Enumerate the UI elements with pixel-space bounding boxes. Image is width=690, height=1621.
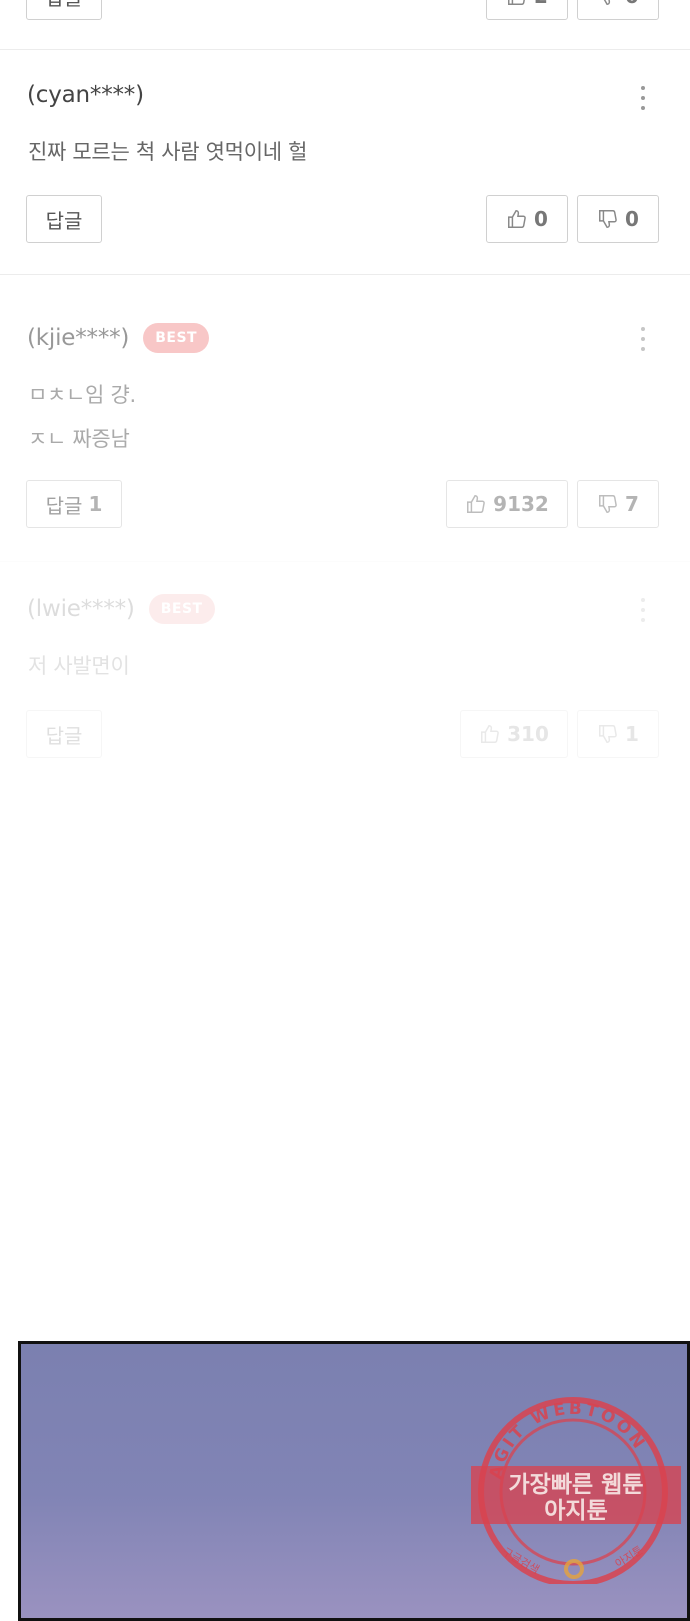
watermark-bottom-left: 구글검색 <box>500 1545 542 1577</box>
dislike-count: 0 <box>625 0 639 8</box>
dislike-button[interactable]: 7 <box>577 480 659 528</box>
more-options-icon[interactable] <box>640 327 646 351</box>
more-options-icon[interactable] <box>640 598 646 622</box>
like-button[interactable]: 9132 <box>446 480 568 528</box>
comment-item: (cyan****) 진짜 모르는 척 사람 엿먹이네 헐 답글 0 0 <box>0 50 690 274</box>
comment-username: (kjie****) <box>27 325 130 351</box>
dislike-count: 0 <box>625 207 639 231</box>
comment-text: ㅁㅊㄴ임 걍. <box>28 383 136 407</box>
reply-label: 답글 <box>46 0 83 11</box>
reply-button[interactable]: 답글 <box>26 710 102 758</box>
thumbs-down-icon <box>597 0 619 7</box>
comment-item: (lwie****) BEST 저 사발면이 답글 310 1 <box>0 562 690 772</box>
comment-username: (lwie****) <box>27 596 135 622</box>
watermark-line1: 가장빠른 웹툰 <box>509 1472 644 1498</box>
thumbs-down-icon <box>597 208 619 230</box>
more-options-icon[interactable] <box>640 86 646 110</box>
best-badge: BEST <box>148 594 215 624</box>
dislike-button[interactable]: 1 <box>577 710 659 758</box>
thumbs-up-icon <box>479 723 501 745</box>
reply-label: 답글 <box>45 723 83 748</box>
comment-item: (kjie****) BEST ㅁㅊㄴ임 걍. ㅈㄴ 짜증남 답글 1 9132… <box>0 275 690 560</box>
comment-text: 진짜 모르는 척 사람 엿먹이네 헐 <box>28 140 308 164</box>
like-count: 310 <box>507 722 549 746</box>
thumbs-up-icon <box>465 493 487 515</box>
reply-label: 답글 <box>45 208 83 233</box>
reply-button[interactable]: 답글 1 <box>26 480 122 528</box>
dislike-button[interactable]: 0 <box>577 0 659 20</box>
like-count: 2 <box>534 0 548 8</box>
like-button[interactable]: 2 <box>486 0 568 20</box>
thumbs-down-icon <box>597 723 619 745</box>
thumbs-down-icon <box>597 493 619 515</box>
watermark-stamp: AGIT WEBTOON 가장빠른 웹툰 아지툰 구글검색 아지툰 <box>471 1397 681 1584</box>
thumbs-up-icon <box>506 208 528 230</box>
dislike-count: 1 <box>625 722 639 746</box>
comment-text: ㅈㄴ 짜증남 <box>28 427 130 451</box>
reply-label: 답글 <box>45 493 83 518</box>
reply-count: 1 <box>88 492 103 516</box>
webtoon-panel: AGIT WEBTOON 가장빠른 웹툰 아지툰 구글검색 아지툰 <box>18 1341 690 1621</box>
reply-button[interactable]: 답글 <box>26 195 102 243</box>
best-badge: BEST <box>143 323 210 353</box>
dislike-button[interactable]: 0 <box>577 195 659 243</box>
dislike-count: 7 <box>625 492 639 516</box>
thumbs-up-icon <box>506 0 528 7</box>
like-button[interactable]: 310 <box>460 710 568 758</box>
watermark-line2: 아지툰 <box>544 1498 607 1524</box>
like-count: 0 <box>534 207 548 231</box>
comment-partial: 답글 2 0 <box>0 0 690 50</box>
reply-button[interactable]: 답글 <box>26 0 102 20</box>
comment-username: (cyan****) <box>27 82 144 108</box>
like-count: 9132 <box>493 492 549 516</box>
comment-text: 저 사발면이 <box>28 654 130 678</box>
like-button[interactable]: 0 <box>486 195 568 243</box>
